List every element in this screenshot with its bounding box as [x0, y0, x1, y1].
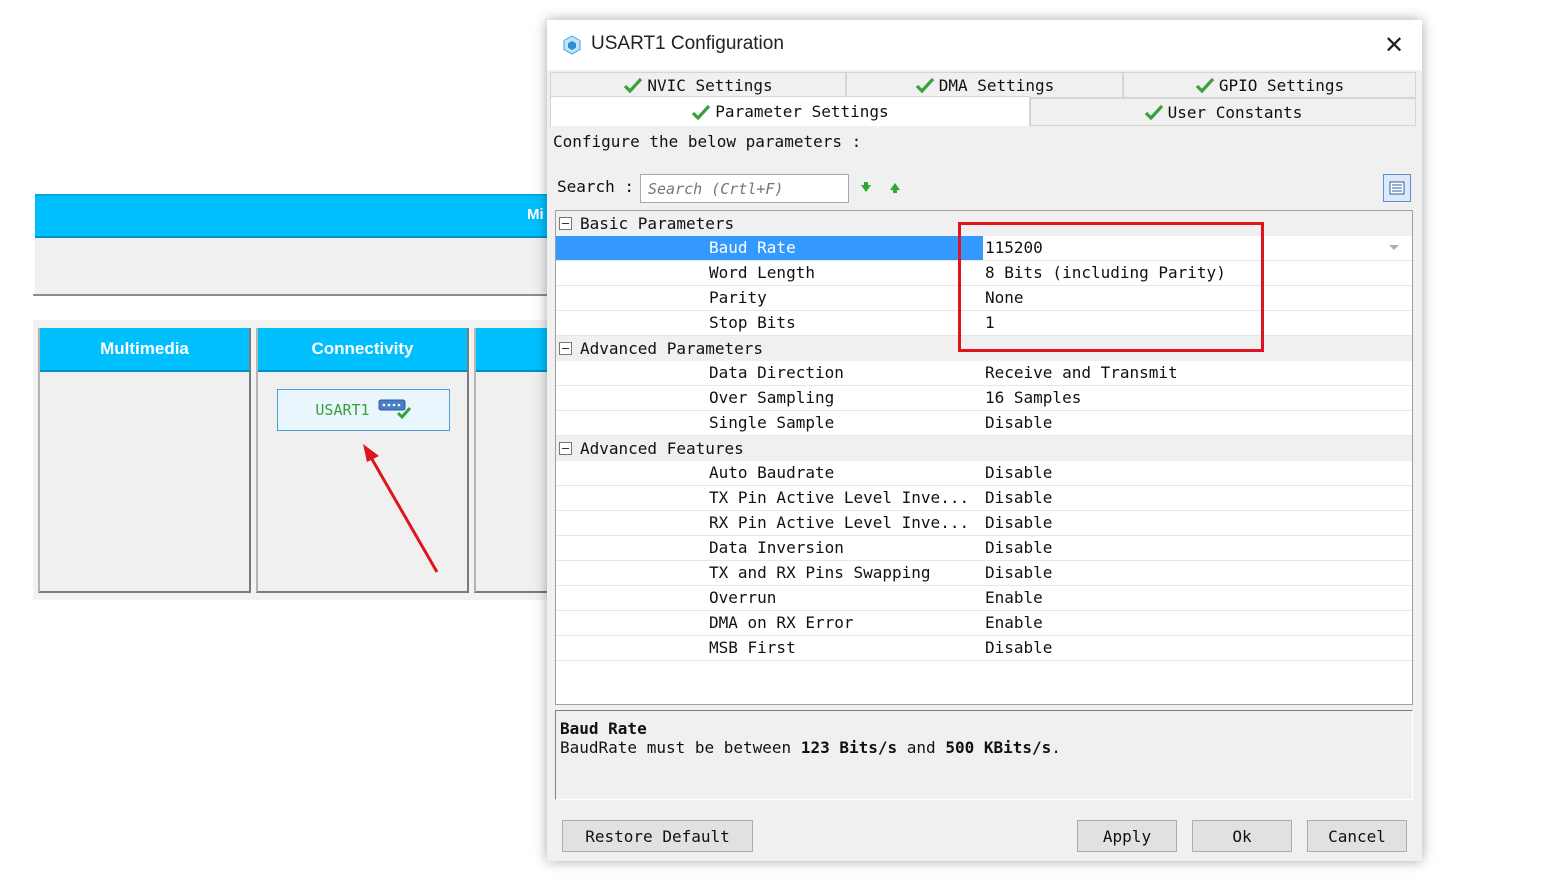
param-row-single-sample[interactable]: Single Sample Disable: [556, 411, 1412, 436]
description-text-part: .: [1051, 738, 1061, 757]
param-row-data-direction[interactable]: Data Direction Receive and Transmit: [556, 361, 1412, 386]
red-highlight-annotation: [958, 222, 1264, 352]
param-name: Word Length: [709, 263, 815, 282]
param-row-msb-first[interactable]: MSB First Disable: [556, 636, 1412, 661]
param-value[interactable]: Receive and Transmit: [985, 361, 1412, 385]
section-title: Advanced Parameters: [580, 339, 764, 358]
check-icon: [624, 77, 643, 93]
peripheral-label: USART1: [315, 401, 370, 419]
category-header[interactable]: Multimedia: [40, 328, 249, 372]
check-icon: [692, 104, 711, 120]
section-advanced-features[interactable]: Advanced Features: [556, 436, 1412, 461]
param-name: Over Sampling: [709, 388, 835, 407]
tab-parameter-settings[interactable]: Parameter Settings: [550, 96, 1030, 126]
red-arrow-annotation: [363, 444, 439, 573]
param-name: TX and RX Pins Swapping: [709, 563, 931, 582]
param-value[interactable]: 16 Samples: [985, 386, 1412, 410]
collapse-icon[interactable]: [559, 342, 572, 355]
param-row-auto-baudrate[interactable]: Auto Baudrate Disable: [556, 461, 1412, 486]
param-name: TX Pin Active Level Inve...: [709, 488, 970, 507]
category-multimedia: Multimedia: [38, 328, 251, 593]
tab-label: Parameter Settings: [715, 102, 889, 121]
search-input[interactable]: [640, 174, 849, 203]
check-icon: [1144, 104, 1163, 120]
param-name: Overrun: [709, 588, 777, 607]
restore-default-button[interactable]: Restore Default: [562, 820, 753, 852]
ok-button[interactable]: Ok: [1192, 820, 1292, 852]
description-text-part: and: [897, 738, 946, 757]
dialog-title: USART1 Configuration: [591, 33, 784, 54]
cancel-button[interactable]: Cancel: [1307, 820, 1407, 852]
param-name: Baud Rate: [556, 236, 983, 260]
usart1-configuration-dialog: USART1 Configuration ✕ NVIC Settings DMA…: [547, 20, 1422, 861]
configure-label: Configure the below parameters :: [553, 132, 862, 151]
param-value[interactable]: Disable: [985, 511, 1412, 535]
check-icon: [1195, 77, 1215, 93]
param-row-tx-pin-active-level[interactable]: TX Pin Active Level Inve... Disable: [556, 486, 1412, 511]
tab-label: GPIO Settings: [1218, 75, 1345, 95]
param-name: DMA on RX Error: [709, 613, 854, 632]
search-next-down-arrow-icon[interactable]: [858, 180, 874, 200]
collapse-icon[interactable]: [559, 217, 572, 230]
middleware-area: [35, 238, 550, 294]
param-row-pins-swapping[interactable]: TX and RX Pins Swapping Disable: [556, 561, 1412, 586]
search-previous-up-arrow-icon[interactable]: [887, 180, 903, 200]
param-name: MSB First: [709, 638, 796, 657]
param-row-dma-on-rx-error[interactable]: DMA on RX Error Enable: [556, 611, 1412, 636]
param-name: Stop Bits: [709, 313, 796, 332]
close-button[interactable]: ✕: [1379, 30, 1409, 60]
cube-icon: [562, 35, 582, 59]
section-title: Basic Parameters: [580, 214, 735, 233]
description-max-value: 500 KBits/s: [945, 738, 1052, 757]
param-value[interactable]: Disable: [985, 461, 1412, 485]
param-name: Auto Baudrate: [709, 463, 835, 482]
param-value[interactable]: Disable: [985, 411, 1412, 435]
param-name: Parity: [709, 288, 767, 307]
tab-label: User Constants: [1167, 102, 1303, 122]
description-text-part: BaudRate must be between: [560, 738, 801, 757]
param-value[interactable]: Disable: [985, 536, 1412, 560]
param-name: Data Inversion: [709, 538, 844, 557]
description-panel: Baud Rate BaudRate must be between 123 B…: [555, 710, 1413, 800]
dropdown-arrow-icon[interactable]: [1389, 245, 1399, 250]
middleware-header-label: Mi: [527, 206, 544, 223]
usart1-peripheral-button[interactable]: USART1: [277, 389, 450, 431]
param-name: Data Direction: [709, 363, 844, 382]
list-view-icon: [1389, 181, 1405, 195]
tab-label: NVIC Settings: [647, 75, 773, 95]
param-value[interactable]: Disable: [985, 561, 1412, 585]
collapse-icon[interactable]: [559, 442, 572, 455]
section-title: Advanced Features: [580, 439, 744, 458]
param-row-data-inversion[interactable]: Data Inversion Disable: [556, 536, 1412, 561]
description-text: BaudRate must be between 123 Bits/s and …: [560, 738, 1408, 757]
tab-user-constants[interactable]: User Constants: [1030, 98, 1416, 126]
tab-dma-settings[interactable]: DMA Settings: [846, 72, 1123, 98]
param-value[interactable]: Enable: [985, 586, 1412, 610]
check-icon: [915, 77, 934, 93]
category-header[interactable]: Connectivity: [258, 328, 467, 372]
param-value[interactable]: Enable: [985, 611, 1412, 635]
tab-nvic-settings[interactable]: NVIC Settings: [550, 72, 846, 98]
serial-port-icon: [378, 397, 412, 423]
category-header[interactable]: [476, 328, 552, 372]
param-row-rx-pin-active-level[interactable]: RX Pin Active Level Inve... Disable: [556, 511, 1412, 536]
search-label: Search :: [557, 177, 635, 196]
param-name: RX Pin Active Level Inve...: [709, 513, 970, 532]
param-value[interactable]: Disable: [985, 636, 1412, 660]
middleware-header-bar: Mi: [35, 194, 560, 238]
divider: [33, 294, 550, 296]
tab-label: DMA Settings: [938, 75, 1055, 95]
description-title: Baud Rate: [560, 719, 647, 738]
title-bar: USART1 Configuration ✕: [547, 20, 1422, 70]
param-row-overrun[interactable]: Overrun Enable: [556, 586, 1412, 611]
list-view-toggle-button[interactable]: [1383, 174, 1411, 202]
description-min-value: 123 Bits/s: [800, 738, 898, 757]
param-value[interactable]: Disable: [985, 486, 1412, 510]
tab-gpio-settings[interactable]: GPIO Settings: [1123, 72, 1416, 98]
param-row-over-sampling[interactable]: Over Sampling 16 Samples: [556, 386, 1412, 411]
category-next: [474, 328, 554, 593]
param-name: Single Sample: [709, 413, 835, 432]
apply-button[interactable]: Apply: [1077, 820, 1177, 852]
